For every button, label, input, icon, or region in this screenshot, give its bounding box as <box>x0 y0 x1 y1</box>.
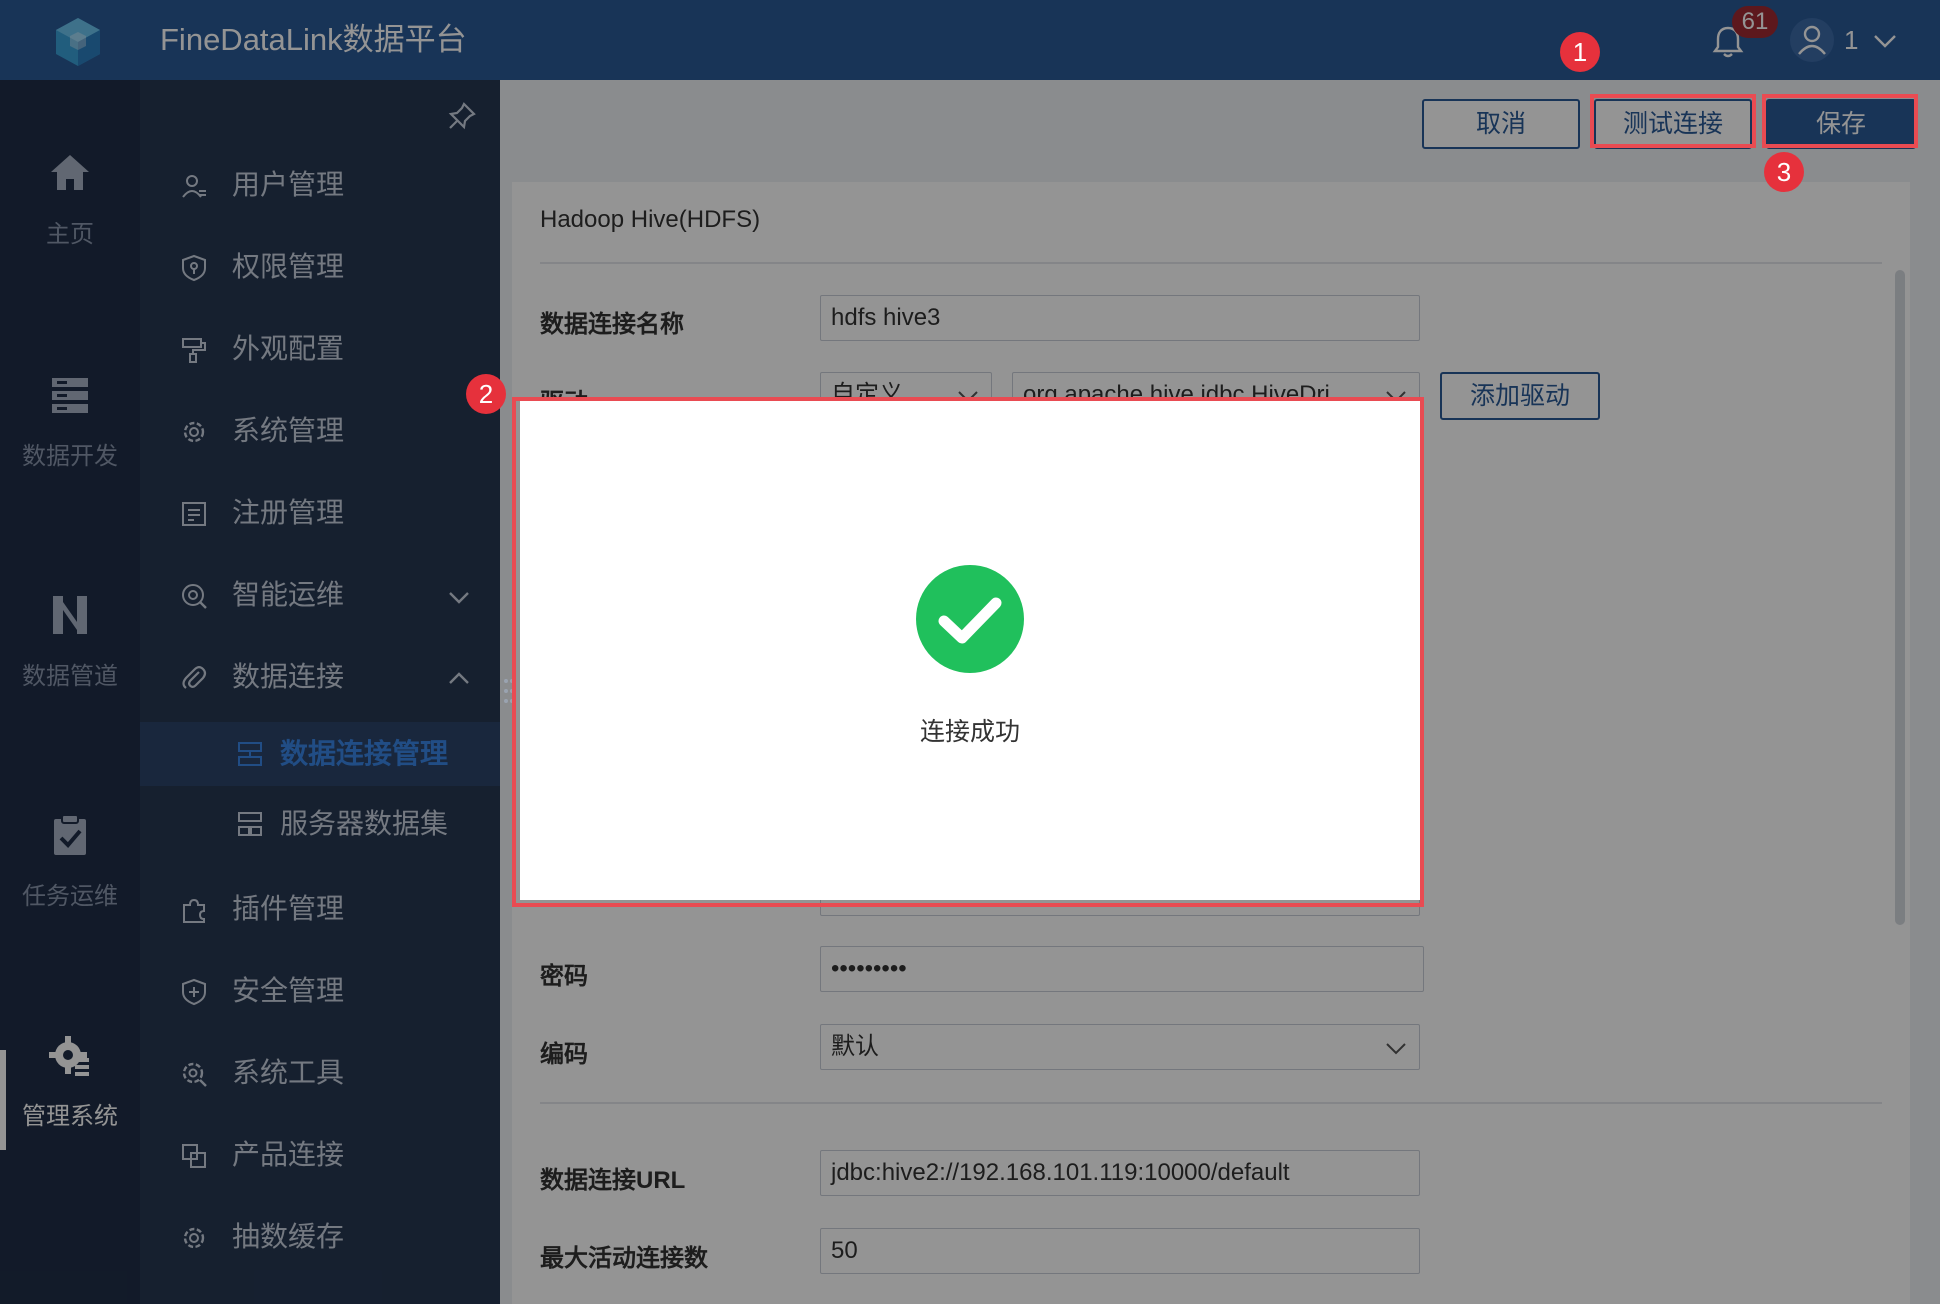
annotation-box-dialog <box>512 397 1424 907</box>
annotation-step-2: 2 <box>466 374 506 414</box>
annotation-box-save <box>1762 94 1918 148</box>
annotation-step-3: 3 <box>1764 152 1804 192</box>
annotation-box-test-connection <box>1590 94 1756 148</box>
annotation-step-1: 1 <box>1560 32 1600 72</box>
